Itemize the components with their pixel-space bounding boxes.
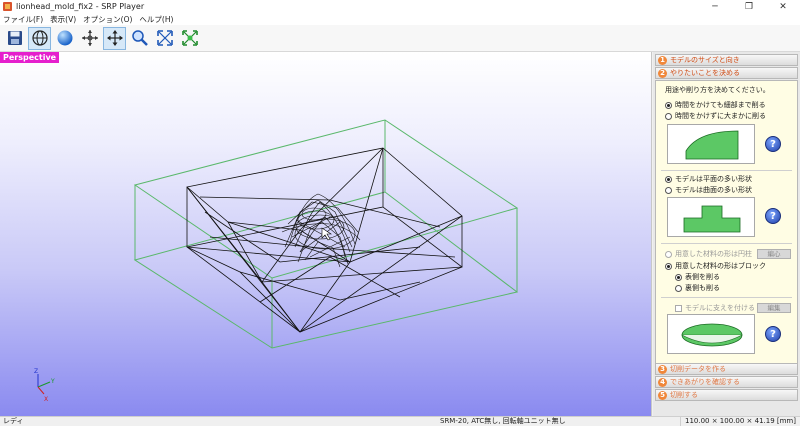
status-model-size: 110.00 × 100.00 × 41.19 [mm]: [680, 417, 796, 426]
menu-help[interactable]: ヘルプ(H): [139, 14, 173, 25]
radio-cylinder-material[interactable]: 用意した材料の形は円柱: [665, 249, 752, 259]
zoom-icon: [131, 30, 148, 46]
radio-rough-cut-label: 時間をかけずに大まかに削る: [675, 112, 766, 120]
srp-player-window: lionhead_mold_fix2 - SRP Player ─ ❐ ✕ ファ…: [0, 0, 800, 426]
pan-view-button[interactable]: [103, 26, 126, 50]
radio-indicator: [665, 101, 672, 109]
3d-viewport[interactable]: Z Y X Perspective: [0, 52, 652, 416]
step-5-label: 切削する: [670, 391, 698, 399]
zoom-fit-icon: [181, 30, 198, 46]
radio-flat-shape[interactable]: モデルは平面の多い形状: [665, 174, 752, 184]
step-4-header[interactable]: 4 できあがりを確認する: [655, 376, 798, 388]
radio-detail-cut-label: 時間をかけても細部まで削る: [675, 101, 766, 109]
support-checkbox[interactable]: モデルに支えを付ける: [675, 303, 755, 313]
zoom-fit-button[interactable]: [178, 27, 201, 50]
step-3-label: 切削データを作る: [670, 365, 726, 373]
app-icon: [3, 2, 12, 11]
status-bar: レディ SRM-20, ATC無し, 回転軸ユニット無し 110.00 × 10…: [0, 416, 800, 426]
rotate-icon: [81, 30, 98, 46]
radio-curved-shape[interactable]: モデルは曲面の多い形状: [665, 185, 752, 195]
step-1-number: 1: [658, 55, 667, 65]
fit-view-button[interactable]: [153, 27, 176, 50]
divider: [661, 297, 792, 298]
support-edit-button[interactable]: 編集: [757, 303, 791, 313]
step-2-number: 2: [658, 68, 667, 78]
wizard-panel: 1 モデルのサイズと向き 2 やりたいことを決める 用途や削り方を決めてください…: [653, 52, 800, 416]
close-button[interactable]: ✕: [766, 0, 800, 13]
window-controls: ─ ❐ ✕: [698, 0, 800, 13]
axis-x-label: X: [44, 396, 48, 403]
menu-bar: ファイル(F) 表示(V) オプション(O) ヘルプ(H): [0, 13, 800, 25]
step-1-header[interactable]: 1 モデルのサイズと向き: [655, 54, 798, 66]
radio-block-material-label: 用意した材料の形はブロック: [675, 262, 766, 270]
maximize-button[interactable]: ❐: [732, 0, 766, 13]
step-shape-icon: [683, 205, 741, 233]
step-3-header[interactable]: 3 切削データを作る: [655, 363, 798, 375]
menu-options[interactable]: オプション(O): [83, 14, 132, 25]
menu-file[interactable]: ファイル(F): [3, 14, 43, 25]
shaded-view-button[interactable]: [53, 27, 76, 50]
curve-illustration: [667, 124, 755, 164]
divider: [661, 243, 792, 244]
zoom-button[interactable]: [128, 27, 151, 50]
radio-indicator: [665, 186, 672, 194]
save-icon: [7, 31, 22, 45]
axis-y-label: Y: [50, 378, 55, 385]
support-illustration: [667, 314, 755, 354]
status-ready: レディ: [3, 417, 24, 425]
radio-indicator: [665, 112, 672, 120]
radio-back-side[interactable]: 裏側も削る: [675, 283, 720, 293]
sphere-shade-icon: [57, 30, 72, 46]
radio-front-side-label: 表側を削る: [685, 273, 720, 281]
step-2-prompt: 用途や削り方を決めてください。: [665, 86, 770, 94]
radio-detail-cut[interactable]: 時間をかけても細部まで削る: [665, 100, 766, 110]
radio-indicator: [665, 250, 672, 258]
status-machine: SRM-20, ATC無し, 回転軸ユニット無し: [440, 417, 566, 425]
radio-indicator: [665, 262, 672, 270]
radio-curved-shape-label: モデルは曲面の多い形状: [675, 186, 752, 194]
step-shape-illustration: [667, 197, 755, 237]
pan-icon: [106, 30, 123, 46]
step-1-label: モデルのサイズと向き: [670, 56, 740, 64]
step-5-header[interactable]: 5 切削する: [655, 389, 798, 401]
menu-view[interactable]: 表示(V): [50, 14, 76, 25]
radio-block-material[interactable]: 用意した材料の形はブロック: [665, 261, 766, 271]
step-4-label: できあがりを確認する: [670, 378, 740, 386]
help-button-1[interactable]: ?: [765, 136, 781, 152]
step-5-number: 5: [658, 390, 667, 400]
radio-back-side-label: 裏側も削る: [685, 284, 720, 292]
help-button-2[interactable]: ?: [765, 208, 781, 224]
save-button[interactable]: [3, 27, 26, 50]
cylinder-settings-button[interactable]: 編心: [757, 249, 791, 259]
radio-rough-cut[interactable]: 時間をかけずに大まかに削る: [665, 111, 766, 121]
rotate-view-button[interactable]: [78, 27, 101, 50]
radio-indicator: [675, 284, 682, 292]
step-2-label: やりたいことを決める: [670, 69, 740, 77]
step-2-header[interactable]: 2 やりたいことを決める: [655, 67, 798, 79]
radio-cylinder-material-label: 用意した材料の形は円柱: [675, 250, 752, 258]
minimize-button[interactable]: ─: [698, 0, 732, 13]
globe-view-button[interactable]: [28, 26, 51, 50]
fit-view-icon: [156, 30, 173, 46]
radio-flat-shape-label: モデルは平面の多い形状: [675, 175, 752, 183]
view-mode-label: Perspective: [0, 52, 60, 63]
radio-indicator: [665, 175, 672, 183]
support-shape-icon: [681, 323, 743, 347]
radio-front-side[interactable]: 表側を削る: [675, 272, 720, 282]
step-4-number: 4: [658, 377, 667, 387]
toolbar: [0, 25, 800, 52]
model-wireframe: Z Y X: [34, 119, 519, 403]
title-bar: lionhead_mold_fix2 - SRP Player ─ ❐ ✕: [0, 0, 800, 13]
radio-indicator: [675, 273, 682, 281]
window-title: lionhead_mold_fix2 - SRP Player: [16, 2, 145, 11]
axis-triad: Z Y X: [34, 368, 55, 403]
support-checkbox-label: モデルに支えを付ける: [685, 304, 755, 312]
globe-view-icon: [31, 30, 48, 46]
curve-shape-icon: [685, 130, 739, 160]
divider: [661, 170, 792, 171]
step-3-number: 3: [658, 364, 667, 374]
help-button-3[interactable]: ?: [765, 326, 781, 342]
axis-z-label: Z: [34, 368, 38, 375]
checkbox-indicator: [675, 304, 682, 312]
